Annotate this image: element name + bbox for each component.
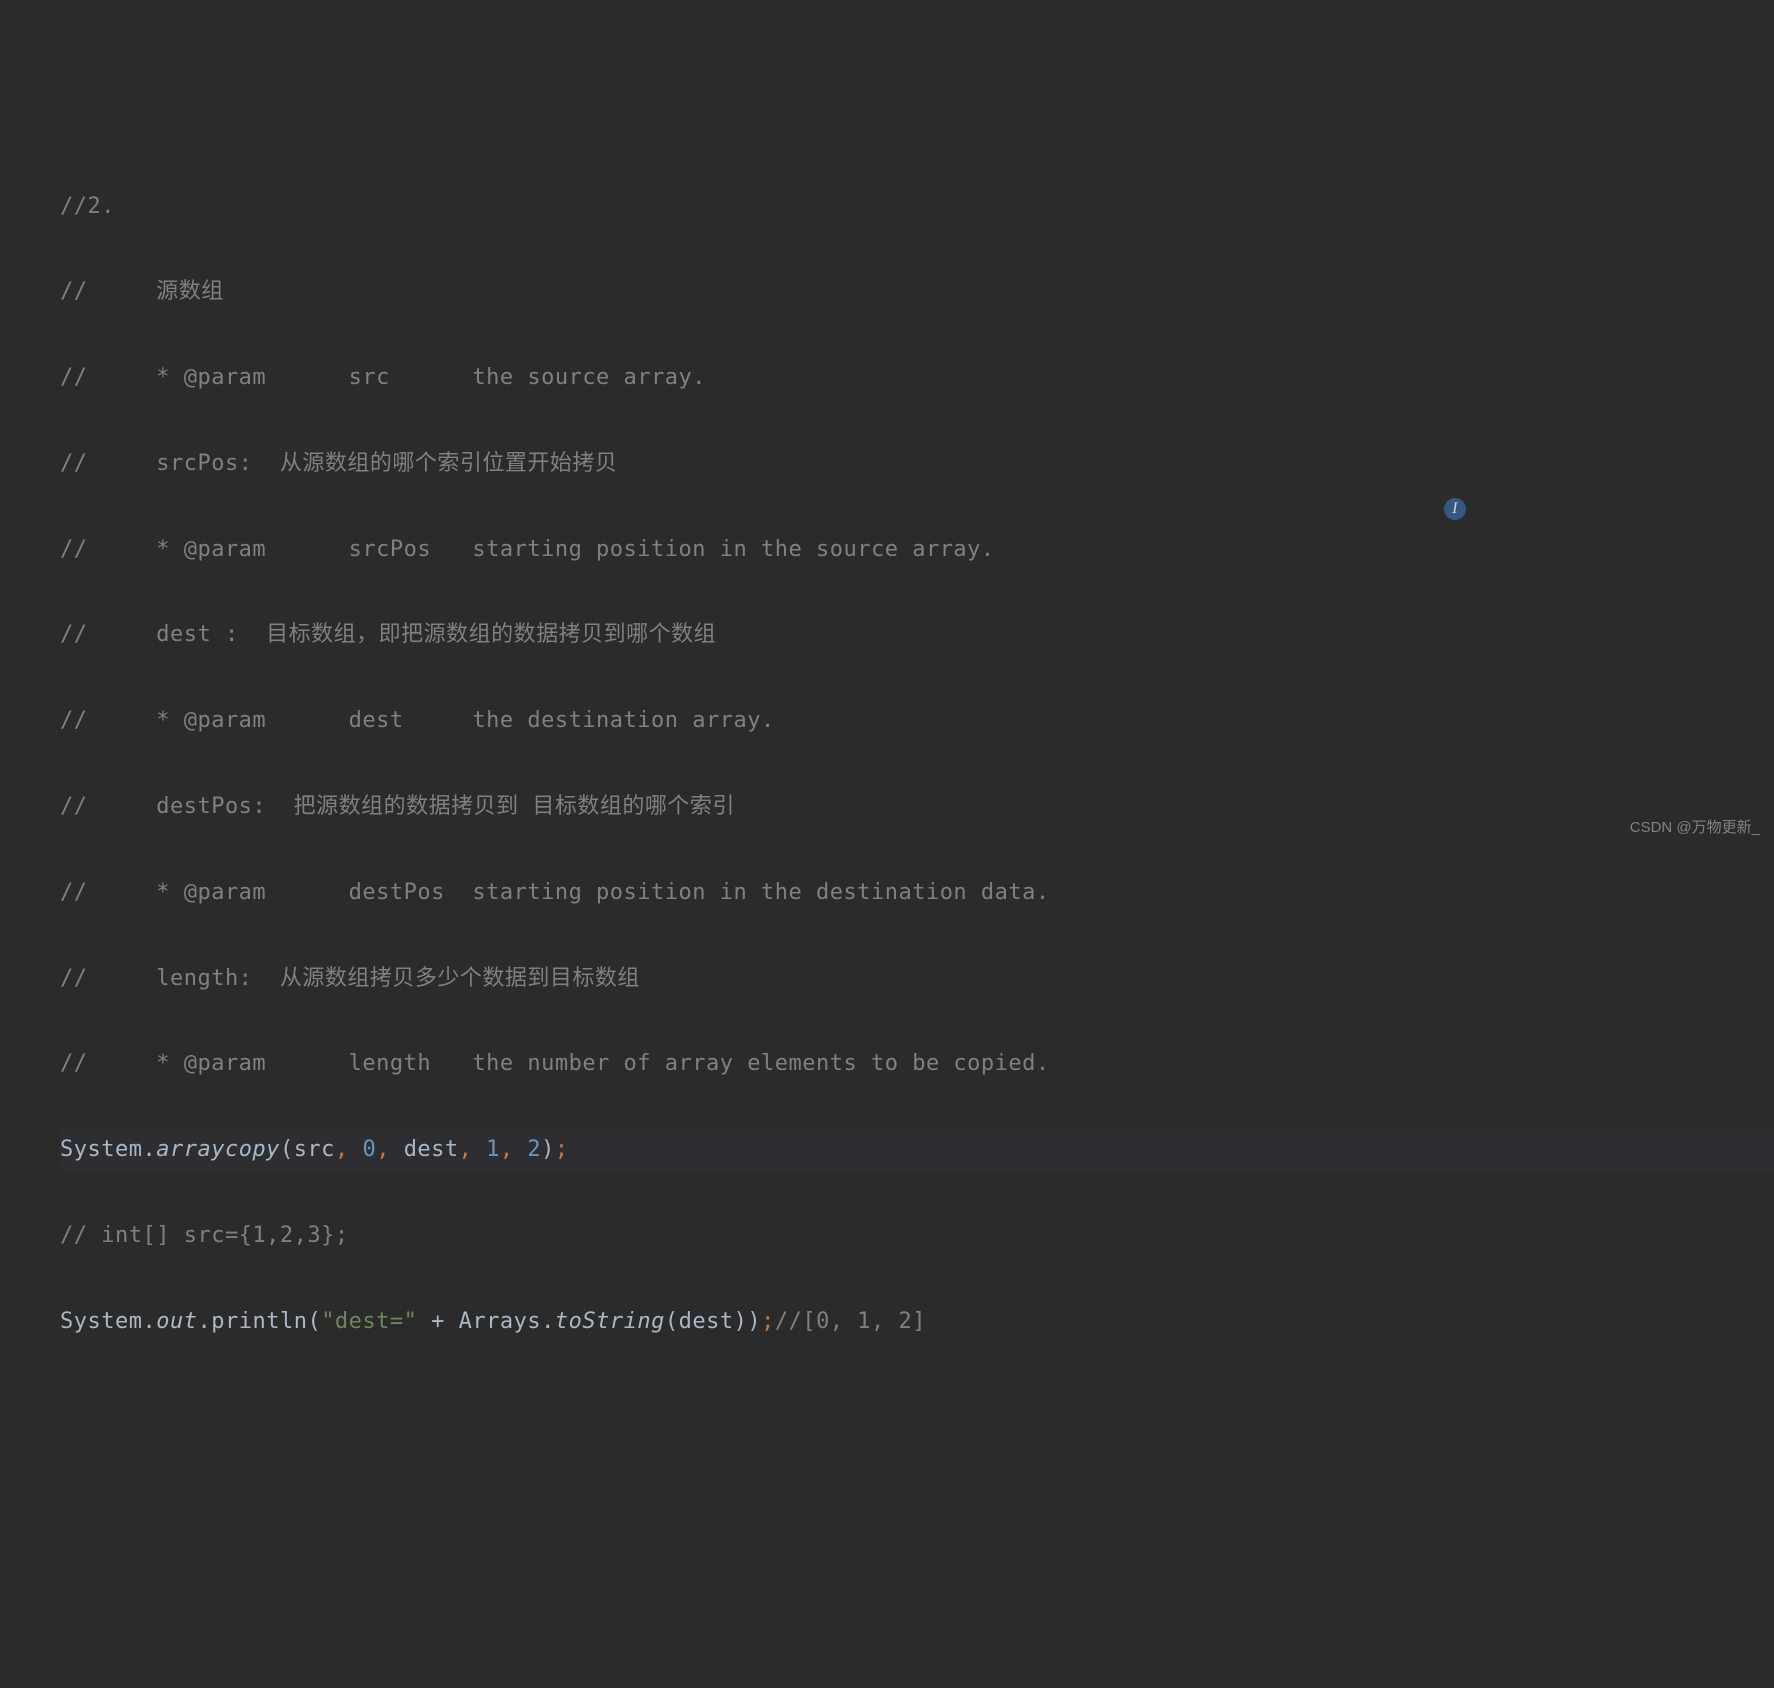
code-comment: // 源数组 <box>60 271 1774 314</box>
text-cursor-icon: I <box>1444 498 1466 520</box>
code-token: toString <box>555 1309 665 1334</box>
code-comment: // * @param length the number of array e… <box>60 1043 1774 1086</box>
code-token: arraycopy <box>156 1137 280 1162</box>
code-token: 0 <box>362 1137 376 1162</box>
code-token: ( <box>280 1137 294 1162</box>
code-token: Arrays. <box>459 1309 555 1334</box>
code-token: src <box>294 1137 335 1162</box>
watermark-text: CSDN @万物更新_ <box>1630 813 1760 842</box>
code-comment: // length: 从源数组拷贝多少个数据到目标数组 <box>60 958 1774 1001</box>
code-token: ( <box>665 1309 679 1334</box>
code-token: 1 <box>486 1137 500 1162</box>
code-token: , <box>459 1137 487 1162</box>
code-token: ; <box>761 1309 775 1334</box>
code-comment: // * @param srcPos starting position in … <box>60 529 1774 572</box>
code-token: "dest=" <box>321 1309 417 1334</box>
code-comment: // * @param src the source array. <box>60 357 1774 400</box>
code-token: )) <box>734 1309 762 1334</box>
code-comment: // * @param dest the destination array. <box>60 700 1774 743</box>
code-line[interactable]: System.out.println("dest=" + Arrays.toSt… <box>60 1301 1774 1344</box>
code-comment: // destPos: 把源数组的数据拷贝到 目标数组的哪个索引 <box>60 786 1774 829</box>
code-comment: //2. <box>60 186 1774 229</box>
code-token: ; <box>555 1137 569 1162</box>
code-token: println <box>211 1309 307 1334</box>
code-token: System. <box>60 1137 156 1162</box>
code-comment: // dest : 目标数组，即把源数组的数据拷贝到哪个数组 <box>60 614 1774 657</box>
code-comment: // * @param destPos starting position in… <box>60 872 1774 915</box>
code-token: System. <box>60 1309 156 1334</box>
code-comment: // srcPos: 从源数组的哪个索引位置开始拷贝 <box>60 443 1774 486</box>
code-comment: //[0, 1, 2] <box>775 1309 926 1334</box>
code-token: , <box>500 1137 528 1162</box>
code-token: , <box>376 1137 404 1162</box>
code-token: ) <box>541 1137 555 1162</box>
code-line-highlighted[interactable]: System.arraycopy(src, 0, dest, 1, 2); <box>60 1129 1774 1172</box>
code-token: dest <box>679 1309 734 1334</box>
code-token: 2 <box>527 1137 541 1162</box>
code-token: out <box>156 1309 197 1334</box>
code-token: + <box>417 1309 458 1334</box>
code-token: , <box>335 1137 363 1162</box>
code-comment: // int[] src={1,2,3}; <box>60 1215 1774 1258</box>
code-token: ( <box>307 1309 321 1334</box>
code-token: dest <box>404 1137 459 1162</box>
code-token: . <box>197 1309 211 1334</box>
